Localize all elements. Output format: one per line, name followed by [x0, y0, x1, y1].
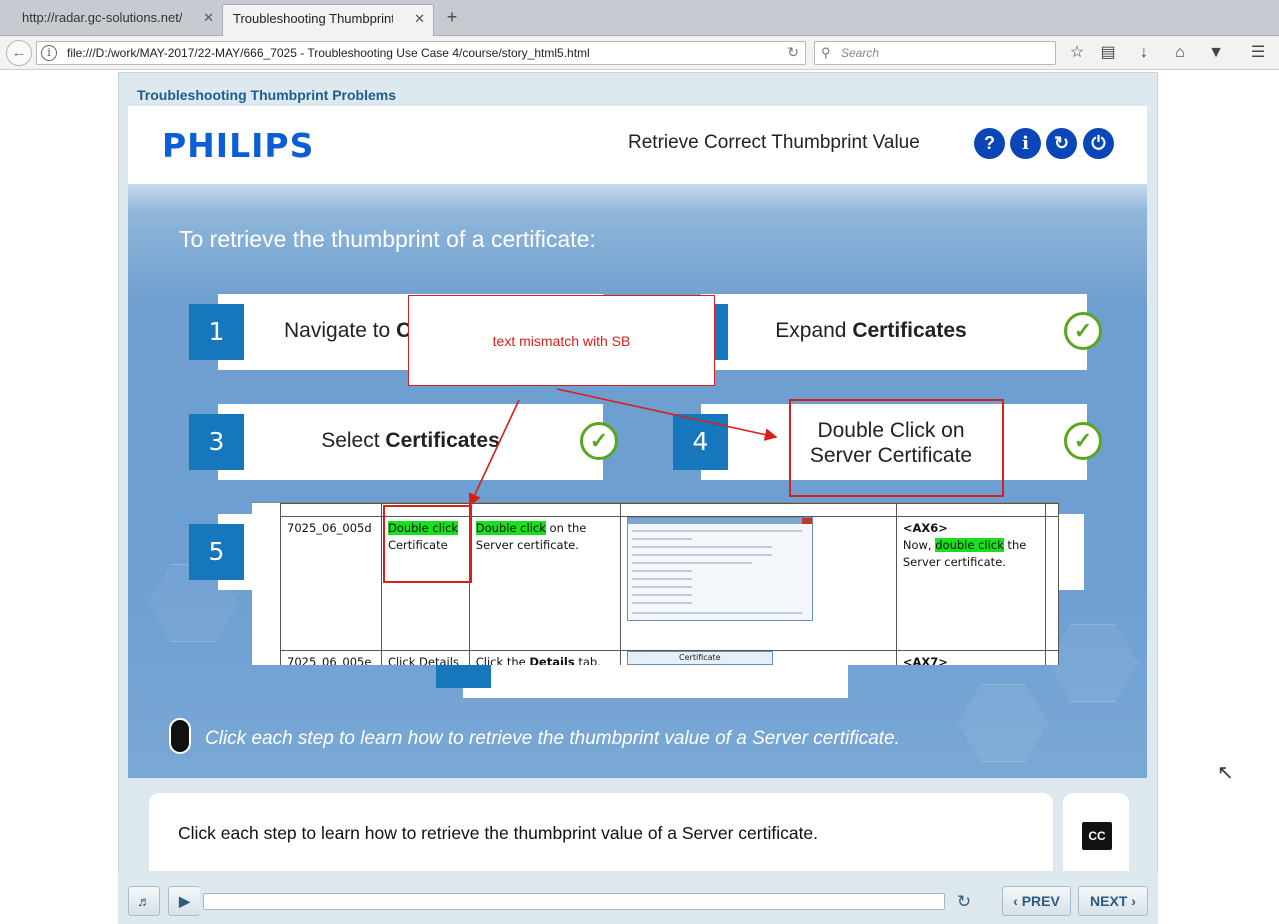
tab-radar-label: http://radar.gc-solutions.net/ope [22, 10, 182, 25]
menu-icon[interactable]: ☰ [1247, 42, 1269, 64]
browser-nav-bar: ← i file:///D:/work/MAY-2017/22-MAY/666_… [0, 36, 1279, 70]
pocket-icon[interactable]: ▼ [1205, 42, 1227, 64]
step-2-label: Expand Certificates [775, 319, 967, 342]
play-button[interactable]: ▶ [168, 886, 200, 916]
row1-audio: <AX6> Now, double click the Server certif… [895, 516, 1046, 651]
mouse-icon [169, 718, 191, 754]
mouse-cursor-icon: ↖ [1217, 762, 1234, 784]
replay-icon[interactable]: ↻ [953, 891, 975, 913]
tab-radar[interactable]: http://radar.gc-solutions.net/ope ✕ [0, 4, 222, 36]
row2-action: Click Details [380, 650, 470, 665]
hint-text: Click each step to learn how to retrieve… [205, 728, 900, 749]
info-button[interactable]: i [1010, 128, 1041, 159]
speaker-icon: ♬ [137, 893, 151, 909]
step-4-check-icon: ✓ [1064, 422, 1102, 460]
step-3-box[interactable]: Select Certificates [218, 404, 603, 480]
step-5-number[interactable]: 5 [189, 524, 244, 580]
new-tab-button[interactable]: + [442, 6, 462, 28]
course-title: Troubleshooting Thumbprint Problems [137, 87, 396, 103]
row1-id: 7025_06_005d [280, 516, 382, 651]
hex-decoration [1048, 624, 1138, 702]
row2-id: 7025_06_005e [280, 650, 382, 665]
step-4-number[interactable]: 4 [673, 414, 728, 470]
step-3-check-icon: ✓ [580, 422, 618, 460]
search-icon: ⚲ [821, 45, 831, 60]
step-1-label: Navigate to C [284, 319, 412, 342]
table-row: 7025_06_005e Click Details Click the Det… [280, 650, 1059, 665]
home-icon[interactable]: ⌂ [1169, 42, 1191, 64]
seek-bar[interactable] [203, 893, 945, 910]
tab-radar-close-icon[interactable]: ✕ [203, 4, 214, 32]
browser-tab-bar: http://radar.gc-solutions.net/ope ✕ Trou… [0, 0, 1279, 36]
step-1-number[interactable]: 1 [189, 304, 244, 360]
philips-logo: PHILIPS [162, 126, 315, 165]
storyboard-excerpt: 7025_06_005d Double click Certificate Dou… [252, 502, 1059, 665]
download-icon[interactable]: ↓ [1133, 42, 1155, 64]
url-text: file:///D:/work/MAY-2017/22-MAY/666_7025… [67, 46, 590, 60]
row1-instruction: Double click on the Server certificate. [468, 516, 621, 651]
next-button[interactable]: NEXT › [1078, 886, 1148, 916]
help-button[interactable]: ? [974, 128, 1005, 159]
search-placeholder: Search [841, 46, 880, 60]
caption-text: Click each step to learn how to retrieve… [178, 823, 819, 843]
url-bar[interactable]: i file:///D:/work/MAY-2017/22-MAY/666_70… [36, 41, 806, 65]
tab-course[interactable]: Troubleshooting Thumbprint Pro ✕ [222, 4, 434, 36]
slide-header: PHILIPS Retrieve Correct Thumbprint Valu… [128, 106, 1147, 184]
hex-decoration [958, 684, 1048, 762]
closed-caption-button[interactable]: CC [1082, 822, 1112, 850]
search-input[interactable]: ⚲ Search [814, 41, 1056, 65]
row2-instruction: Click the Details tab. [468, 650, 621, 665]
certificate-dialog-screenshot: Certificate [626, 651, 773, 665]
step-3-number[interactable]: 3 [189, 414, 244, 470]
annotation-highlight-step4 [789, 399, 1004, 497]
site-info-icon[interactable]: i [41, 45, 57, 61]
volume-button[interactable]: ♬ [128, 886, 160, 916]
tab-course-close-icon[interactable]: ✕ [414, 5, 425, 33]
restart-button[interactable]: ↻ [1046, 128, 1077, 159]
row2-screenshot: Certificate [619, 650, 897, 665]
reading-list-icon[interactable]: ▤ [1097, 42, 1119, 64]
intro-text: To retrieve the thumbprint of a certific… [179, 226, 596, 252]
reload-icon[interactable]: ↻ [787, 44, 799, 61]
prev-button[interactable]: ‹ PREV [1002, 886, 1071, 916]
caption-panel: Click each step to learn how to retrieve… [149, 793, 1053, 871]
play-icon: ▶ [179, 893, 190, 909]
slide-title: Retrieve Correct Thumbprint Value [628, 132, 920, 153]
back-arrow-icon[interactable]: ← [6, 40, 32, 66]
row2-audio: <AX7> [895, 650, 1046, 665]
tab-course-label: Troubleshooting Thumbprint Pro [233, 11, 393, 26]
exit-button[interactable]: ⏻ [1083, 128, 1114, 159]
annotation-highlight-doc [383, 505, 472, 583]
row1-screenshot [619, 516, 897, 651]
step-3-label: Select Certificates [321, 429, 500, 452]
cc-panel: CC [1063, 793, 1129, 871]
certificate-manager-screenshot [626, 517, 813, 621]
step-2-check-icon: ✓ [1064, 312, 1102, 350]
step-2-box[interactable]: Expand Certificates [701, 294, 1087, 370]
review-comment-note: text mismatch with SB [408, 295, 715, 386]
bookmark-star-icon[interactable]: ☆ [1066, 42, 1088, 64]
